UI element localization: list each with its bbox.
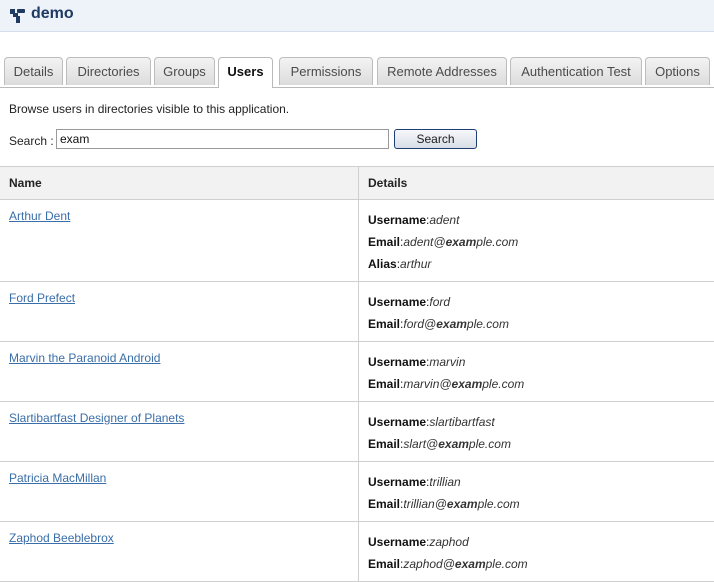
detail-email: Email:marvin@example.com [368,375,714,397]
detail-username-label: Username [368,415,426,429]
intro-text: Browse users in directories visible to t… [9,102,289,116]
search-highlight: exam [446,235,477,249]
detail-email-value: adent@example.com [403,235,518,249]
detail-username-label: Username [368,475,426,489]
users-table: Name Details Arthur DentUsername:adentEm… [0,166,714,582]
search-input[interactable] [56,129,389,149]
user-link[interactable]: Patricia MacMillan [9,471,106,485]
search-highlight: exam [436,317,467,331]
detail-username: Username:zaphod [368,533,714,555]
table-row: Slartibartfast Designer of Planets Userna… [0,402,714,462]
detail-email: Email:slart@example.com [368,435,714,457]
detail-username-label: Username [368,535,426,549]
user-link[interactable]: Marvin the Paranoid Android [9,351,160,365]
detail-alias-label: Alias [368,257,397,271]
user-details-cell: Username:adentEmail:adent@example.comAli… [359,200,714,282]
user-details-cell: Username:marvinEmail:marvin@example.com [359,342,714,402]
app-logo-icon [10,8,26,23]
detail-email-label: Email [368,377,400,391]
detail-username: Username:ford [368,293,714,315]
column-header-details: Details [359,167,714,200]
tab-details[interactable]: Details [4,57,63,85]
search-highlight: exam [452,377,483,391]
table-row: Zaphod Beeblebrox Username:zaphodEmail:za… [0,522,714,582]
user-link[interactable]: Ford Prefect [9,291,75,305]
tab-options[interactable]: Options [645,57,710,85]
search-highlight: exam [438,437,469,451]
search-highlight: exam [447,497,478,511]
detail-username: Username:marvin [368,353,714,375]
user-name-cell: Slartibartfast Designer of Planets [0,402,359,462]
user-name-cell: Zaphod Beeblebrox [0,522,359,582]
detail-alias: Alias:arthur [368,255,714,277]
table-row: Ford Prefect Username:fordEmail:ford@exam… [0,282,714,342]
detail-username: Username:slartibartfast [368,413,714,435]
tab-permissions[interactable]: Permissions [279,57,373,85]
detail-email: Email:trillian@example.com [368,495,714,517]
table-row: Arthur Dent Username:adentEmail:adent@exa… [0,200,714,282]
user-link[interactable]: Arthur Dent [9,209,70,223]
table-row: Marvin the Paranoid Android Username:marv… [0,342,714,402]
detail-username: Username:trillian [368,473,714,495]
tab-authentication-test[interactable]: Authentication Test [510,57,642,85]
detail-username-value: ford [429,295,450,309]
user-details-cell: Username:slartibartfastEmail:slart@examp… [359,402,714,462]
table-header-row: Name Details [0,167,714,200]
table-body: Arthur Dent Username:adentEmail:adent@exa… [0,200,714,582]
tab-users[interactable]: Users [218,57,273,88]
table-row: Patricia MacMillanUsername:trillianEmail… [0,462,714,522]
detail-email-value: marvin@example.com [403,377,524,391]
column-header-name: Name [0,167,359,200]
detail-email-label: Email [368,437,400,451]
detail-email-label: Email [368,497,400,511]
tab-remote-addresses[interactable]: Remote Addresses [377,57,507,85]
user-details-cell: Username:fordEmail:ford@example.com [359,282,714,342]
detail-username-value: slartibartfast [429,415,494,429]
detail-email: Email:adent@example.com [368,233,714,255]
detail-username-value: adent [429,213,459,227]
detail-email-label: Email [368,235,400,249]
detail-alias-value: arthur [400,257,431,271]
user-link[interactable]: Zaphod Beeblebrox [9,531,114,545]
user-details-cell: Username:trillianEmail:trillian@example.… [359,462,714,522]
search-highlight: exam [455,557,486,571]
detail-username-label: Username [368,355,426,369]
search-label: Search : [9,134,54,148]
user-name-cell: Ford Prefect [0,282,359,342]
detail-username-value: marvin [429,355,465,369]
search-button[interactable]: Search [394,129,477,149]
detail-username: Username:adent [368,211,714,233]
user-name-cell: Arthur Dent [0,200,359,282]
detail-email-label: Email [368,557,400,571]
detail-email-value: slart@example.com [403,437,511,451]
app-title: demo [31,5,74,23]
user-details-cell: Username:zaphodEmail:zaphod@example.com [359,522,714,582]
tab-groups[interactable]: Groups [154,57,215,85]
detail-email-value: ford@example.com [403,317,509,331]
tab-directories[interactable]: Directories [66,57,151,85]
tab-bar: Details Directories Groups Users Permiss… [0,57,714,88]
detail-username-value: trillian [429,475,460,489]
detail-email-value: zaphod@example.com [403,557,527,571]
user-name-cell: Marvin the Paranoid Android [0,342,359,402]
detail-email: Email:ford@example.com [368,315,714,337]
user-link[interactable]: Slartibartfast Designer of Planets [9,411,184,425]
detail-username-value: zaphod [429,535,468,549]
user-name-cell: Patricia MacMillan [0,462,359,522]
app-header: demo [0,0,714,32]
detail-username-label: Username [368,295,426,309]
detail-email: Email:zaphod@example.com [368,555,714,577]
detail-username-label: Username [368,213,426,227]
detail-email-value: trillian@example.com [403,497,519,511]
detail-email-label: Email [368,317,400,331]
